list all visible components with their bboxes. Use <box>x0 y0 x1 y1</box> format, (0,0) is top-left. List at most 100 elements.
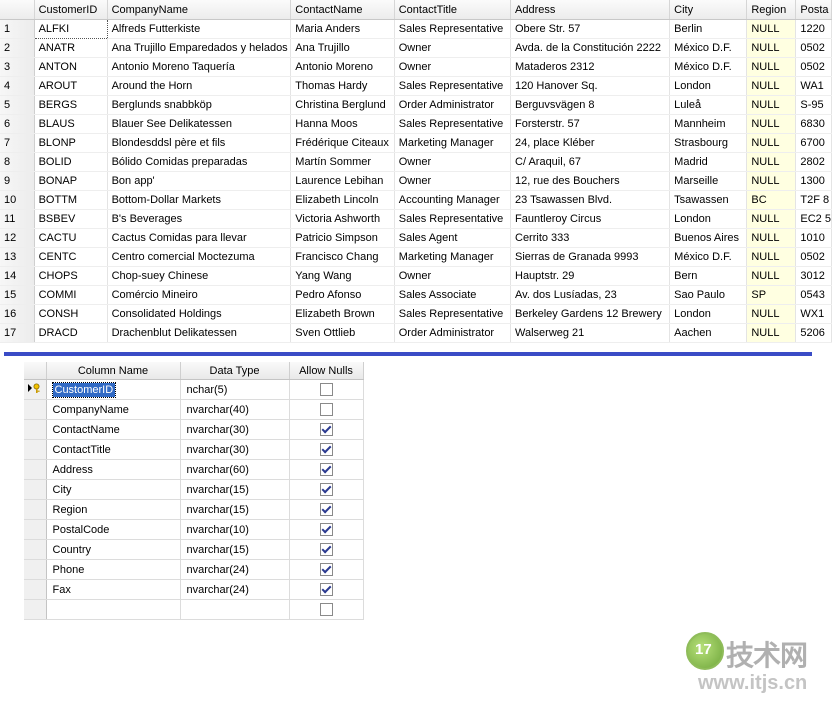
table-cell[interactable]: C/ Araquil, 67 <box>510 152 671 172</box>
data-type-cell[interactable]: nvarchar(24) <box>180 579 290 600</box>
designer-row[interactable]: Fax nvarchar(24) <box>24 579 364 600</box>
table-cell[interactable]: Alfreds Futterkiste <box>107 19 292 39</box>
table-cell[interactable]: 0502 <box>795 57 832 77</box>
designer-row[interactable] <box>24 599 364 620</box>
row-selector[interactable] <box>24 459 47 480</box>
table-cell[interactable]: Cerrito 333 <box>510 228 671 248</box>
table-cell[interactable]: Marketing Manager <box>394 247 512 267</box>
table-cell[interactable]: 23 Tsawassen Blvd. <box>510 190 671 210</box>
table-cell[interactable]: EC2 5 <box>795 209 832 229</box>
table-cell[interactable]: Christina Berglund <box>290 95 395 115</box>
allow-nulls-checkbox[interactable] <box>319 403 333 416</box>
table-cell[interactable]: NULL <box>746 95 797 115</box>
table-cell[interactable]: B's Beverages <box>107 209 292 229</box>
table-cell[interactable]: Berguvsvägen 8 <box>510 95 671 115</box>
column-header[interactable]: Posta <box>795 0 832 20</box>
data-type-cell[interactable]: nvarchar(30) <box>180 419 290 440</box>
designer-row[interactable]: ContactName nvarchar(30) <box>24 419 364 440</box>
table-cell[interactable]: Frédérique Citeaux <box>290 133 395 153</box>
row-selector[interactable] <box>24 379 47 400</box>
table-cell[interactable]: CHOPS <box>34 266 108 286</box>
data-type-cell[interactable]: nvarchar(15) <box>180 499 290 520</box>
row-number[interactable]: 10 <box>0 190 35 210</box>
table-cell[interactable]: ANATR <box>34 38 108 58</box>
row-selector[interactable] <box>24 439 47 460</box>
table-cell[interactable]: Centro comercial Moctezuma <box>107 247 292 267</box>
row-number[interactable]: 13 <box>0 247 35 267</box>
table-cell[interactable]: 2802 <box>795 152 832 172</box>
allow-nulls-cell[interactable] <box>289 399 364 420</box>
allow-nulls-cell[interactable] <box>289 459 364 480</box>
allow-nulls-cell[interactable] <box>289 439 364 460</box>
table-cell[interactable]: Hanna Moos <box>290 114 395 134</box>
row-number[interactable]: 9 <box>0 171 35 191</box>
table-cell[interactable]: Sao Paulo <box>669 285 748 305</box>
column-header[interactable]: Region <box>746 0 797 20</box>
table-cell[interactable]: Accounting Manager <box>394 190 512 210</box>
data-type-cell[interactable]: nvarchar(40) <box>180 399 290 420</box>
table-cell[interactable]: 6700 <box>795 133 832 153</box>
column-name-cell[interactable]: ContactName <box>46 419 181 440</box>
table-row[interactable]: 8 BOLID Bólido Comidas preparadas Martín So… <box>0 152 832 172</box>
table-row[interactable]: 3 ANTON Antonio Moreno Taquería Antonio Mor… <box>0 57 832 77</box>
table-row[interactable]: 13 CENTC Centro comercial Moctezuma Francis… <box>0 247 832 267</box>
table-cell[interactable]: Around the Horn <box>107 76 292 96</box>
table-cell[interactable]: 0502 <box>795 247 832 267</box>
table-cell[interactable]: CACTU <box>34 228 108 248</box>
table-cell[interactable]: Obere Str. 57 <box>510 19 671 39</box>
allow-nulls-checkbox[interactable] <box>319 483 333 496</box>
table-cell[interactable]: CENTC <box>34 247 108 267</box>
table-cell[interactable]: NULL <box>746 57 797 77</box>
row-selector[interactable] <box>24 499 47 520</box>
table-cell[interactable]: Mannheim <box>669 114 748 134</box>
column-name-cell[interactable]: CompanyName <box>46 399 181 420</box>
column-header[interactable]: Address <box>510 0 671 20</box>
table-cell[interactable]: NULL <box>746 152 797 172</box>
allow-nulls-checkbox[interactable] <box>319 523 333 536</box>
data-type-cell[interactable]: nvarchar(15) <box>180 539 290 560</box>
table-cell[interactable]: BOTTM <box>34 190 108 210</box>
table-cell[interactable]: 24, place Kléber <box>510 133 671 153</box>
column-name-cell[interactable]: CustomerID <box>46 379 181 400</box>
table-cell[interactable]: 5206 <box>795 323 832 343</box>
table-cell[interactable]: Mataderos 2312 <box>510 57 671 77</box>
table-row[interactable]: 7 BLONP Blondesddsl père et fils Frédérique… <box>0 133 832 153</box>
row-selector[interactable] <box>24 479 47 500</box>
row-header-corner[interactable] <box>0 0 35 20</box>
row-selector[interactable] <box>24 399 47 420</box>
column-name-cell[interactable]: Country <box>46 539 181 560</box>
table-cell[interactable]: Maria Anders <box>290 19 395 39</box>
column-header[interactable]: ContactName <box>290 0 395 20</box>
designer-row[interactable]: CompanyName nvarchar(40) <box>24 399 364 420</box>
table-cell[interactable]: SP <box>746 285 797 305</box>
allow-nulls-cell[interactable] <box>289 559 364 580</box>
column-name-cell[interactable]: ContactTitle <box>46 439 181 460</box>
column-header[interactable]: City <box>669 0 748 20</box>
data-type-cell[interactable]: nvarchar(60) <box>180 459 290 480</box>
table-cell[interactable]: WX1 <box>795 304 832 324</box>
table-cell[interactable]: México D.F. <box>669 38 748 58</box>
table-row[interactable]: 11 BSBEV B's Beverages Victoria Ashworth Sal… <box>0 209 832 229</box>
table-cell[interactable]: NULL <box>746 114 797 134</box>
row-number[interactable]: 4 <box>0 76 35 96</box>
table-cell[interactable]: Comércio Mineiro <box>107 285 292 305</box>
table-cell[interactable]: Strasbourg <box>669 133 748 153</box>
table-cell[interactable]: ALFKI <box>33 19 108 39</box>
row-number[interactable]: 6 <box>0 114 35 134</box>
table-cell[interactable]: Sven Ottlieb <box>290 323 395 343</box>
table-cell[interactable]: Owner <box>394 152 512 172</box>
allow-nulls-checkbox[interactable] <box>319 563 333 576</box>
table-cell[interactable]: 1220 <box>795 19 832 39</box>
table-cell[interactable]: Bottom-Dollar Markets <box>107 190 292 210</box>
table-cell[interactable]: NULL <box>746 228 797 248</box>
table-cell[interactable]: Blauer See Delikatessen <box>107 114 292 134</box>
table-cell[interactable]: Sales Representative <box>394 304 512 324</box>
table-cell[interactable]: T2F 8 <box>795 190 832 210</box>
table-cell[interactable]: BONAP <box>34 171 108 191</box>
table-cell[interactable]: Elizabeth Lincoln <box>290 190 395 210</box>
designer-row[interactable]: Address nvarchar(60) <box>24 459 364 480</box>
table-cell[interactable]: Luleå <box>669 95 748 115</box>
table-cell[interactable]: DRACD <box>34 323 108 343</box>
table-cell[interactable]: NULL <box>746 171 797 191</box>
column-header[interactable]: ContactTitle <box>394 0 512 20</box>
